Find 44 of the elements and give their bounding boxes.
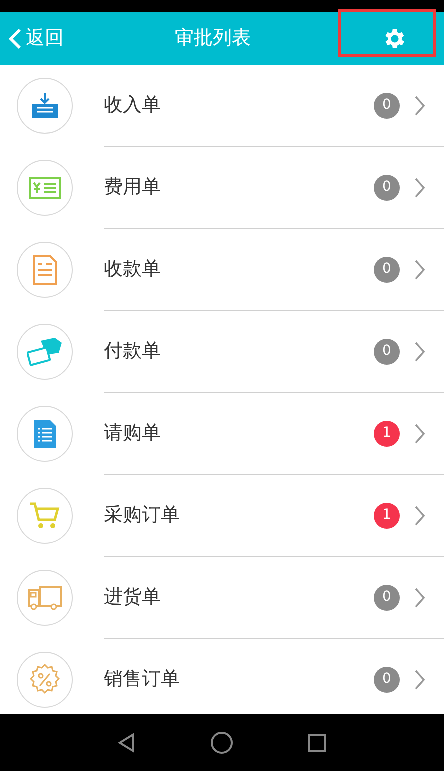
list-row[interactable]: 收入单 0 [104, 65, 444, 147]
row-label: 付款单 [104, 339, 162, 364]
row-label: 销售订单 [104, 667, 181, 692]
cart-icon [29, 502, 61, 530]
chevron-icon [414, 176, 426, 198]
row-label: 进货单 [104, 585, 162, 610]
list-row[interactable]: 付款单 0 [104, 311, 444, 393]
row-label: 收入单 [104, 93, 162, 118]
chevron-icon [414, 668, 426, 690]
inbox-icon [30, 92, 60, 120]
list-row[interactable]: 进货单 0 [104, 557, 444, 639]
truck-icon [27, 585, 63, 611]
count-badge: 0 [374, 174, 400, 200]
card-icon [27, 337, 63, 367]
chevron-icon [414, 340, 426, 362]
row-label: 收款单 [104, 257, 162, 282]
chevron-icon [414, 504, 426, 526]
row-label: 采购订单 [104, 503, 181, 528]
document-icon [33, 419, 57, 449]
bill-icon [29, 177, 61, 199]
list-row[interactable]: 费用单 0 [104, 147, 444, 229]
count-badge: 0 [374, 92, 400, 118]
list-row[interactable]: 请购单 1 [104, 393, 444, 475]
discount-icon [29, 664, 61, 696]
count-badge: 0 [374, 666, 400, 692]
back-icon [8, 28, 22, 50]
chevron-icon [414, 586, 426, 608]
row-label: 费用单 [104, 175, 162, 200]
recent-apps-icon[interactable] [307, 732, 328, 752]
page-title: 审批列表 [175, 26, 251, 52]
chevron-icon [414, 422, 426, 444]
home-icon[interactable] [210, 730, 234, 754]
list-row[interactable]: 采购订单 1 [104, 475, 444, 557]
count-badge: 0 [374, 584, 400, 610]
back-icon[interactable] [116, 732, 137, 752]
row-label: 请购单 [104, 421, 162, 446]
count-badge: 1 [374, 502, 400, 528]
count-badge: 0 [374, 256, 400, 282]
document-icon [33, 255, 57, 285]
chevron-icon [414, 258, 426, 280]
count-badge: 1 [374, 420, 400, 446]
list-row[interactable]: 收款单 0 [104, 229, 444, 311]
chevron-icon [414, 94, 426, 116]
count-badge: 0 [374, 338, 400, 364]
